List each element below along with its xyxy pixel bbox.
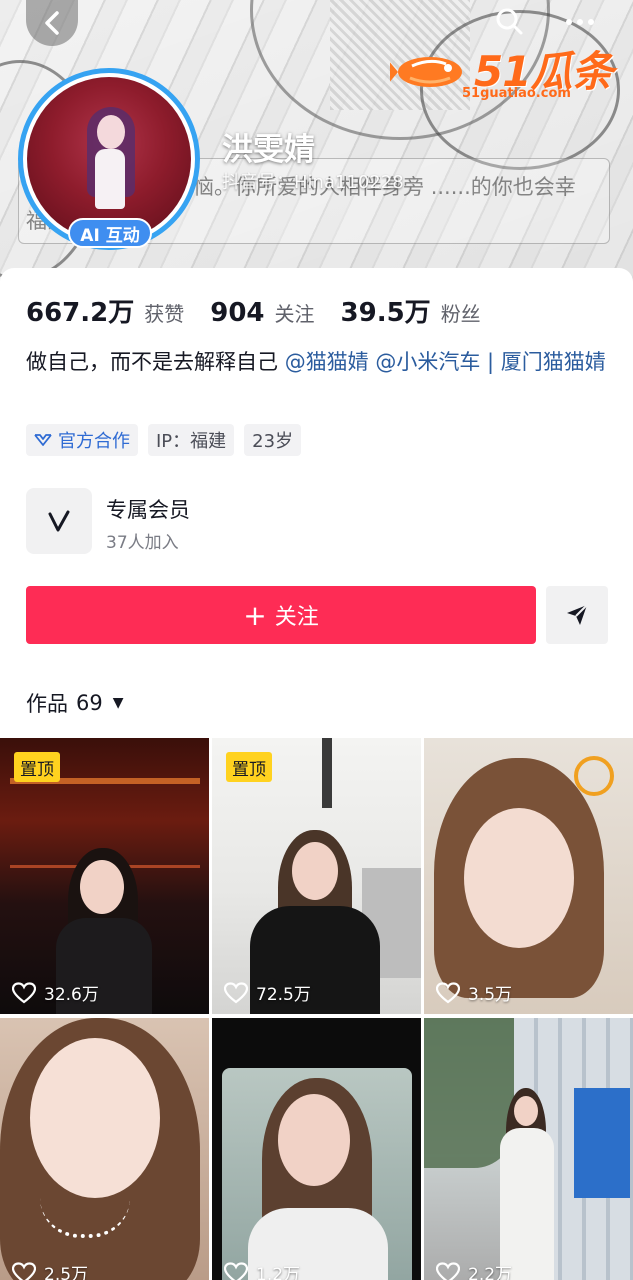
video-likes: 2.5万 [12,1260,88,1280]
watermark-logo: 51瓜条 51guatiao.com [390,38,620,104]
pinned-badge: 置顶 [14,752,60,782]
avatar-dress [95,149,125,209]
heart-icon [436,981,460,1003]
stat-label: 粉丝 [440,302,481,326]
pinned-badge: 置顶 [226,752,272,782]
stat-label: 关注 [274,302,315,326]
video-tile[interactable]: 2.2万 [424,1018,633,1280]
thumbnail-ceiling-light [322,738,332,808]
works-label: 作品 [26,692,68,716]
video-likes: 32.6万 [12,980,99,1005]
tag-label: 23岁 [252,431,294,452]
thumbnail-face [292,842,338,900]
dot-icon [588,19,594,25]
thumbnail-sticker [574,756,614,796]
works-count: 69 [76,691,103,715]
profile-tags: 官方合作 IP：福建 23岁 [26,424,302,456]
likes-count: 2.2万 [468,1265,513,1280]
chevron-left-icon [45,11,59,35]
exclusive-membership[interactable]: 专属会员 37人加入 [26,488,426,556]
follow-label: 关注 [274,605,319,630]
video-tile[interactable]: 1.2万 [212,1018,421,1280]
stat-value: 39.5万 [340,298,431,328]
profile-nickname: 洪雯婧 [222,132,315,168]
profile-bio: 做自己，而不是去解释自己 @猫猫婧 @小米汽车 | 厦门猫猫婧 [26,346,606,378]
stat-following[interactable]: 904 关注 [210,298,314,328]
thumbnail-car-poster [574,1088,630,1198]
video-likes: 1.2万 [224,1260,300,1280]
v-logo-icon [48,510,70,532]
caret-down-icon: ▼ [112,695,124,711]
video-likes: 3.5万 [436,980,512,1005]
likes-count: 72.5万 [256,985,311,1005]
paper-plane-icon [567,604,588,625]
video-tile[interactable]: 置顶 32.6万 [0,738,209,1014]
tag-ip-location: IP：福建 [148,424,235,456]
works-tab[interactable]: 作品 69 ▼ [26,688,124,718]
stat-value: 667.2万 [26,298,135,328]
douyin-id[interactable]: 抖音号：Hina110228 [222,168,404,194]
stat-followers[interactable]: 39.5万 粉丝 [341,292,481,329]
thumbnail-face [30,1038,160,1198]
heart-icon [224,1261,248,1280]
video-tile[interactable]: 3.5万 [424,738,633,1014]
avatar-face [97,115,125,149]
dot-icon [566,19,572,25]
tag-official-cooperation[interactable]: 官方合作 [26,424,138,456]
bio-text: 做自己，而不是去解释自己 [26,350,278,374]
membership-title: 专属会员 [106,498,190,522]
thumbnail-outfit [500,1128,554,1280]
dot-icon [577,19,583,25]
video-tile[interactable]: 置顶 72.5万 [212,738,421,1014]
membership-v-icon [26,488,92,554]
video-likes: 2.2万 [436,1260,512,1280]
likes-count: 32.6万 [44,985,99,1005]
video-grid: 置顶 32.6万 置顶 72.5万 3.5万 2.5万 1.2万 2.2万 [0,738,633,1280]
search-icon [496,8,523,35]
thumbnail-face [278,1094,350,1186]
tag-label: IP：福建 [156,431,227,452]
tag-age: 23岁 [244,424,302,456]
heart-icon [12,981,36,1003]
heart-icon [12,1261,36,1280]
heart-icon [436,1261,460,1280]
send-message-button[interactable] [546,586,608,644]
thumbnail-face [80,860,124,914]
watermark-url: 51guatiao.com [462,86,571,101]
more-button[interactable] [566,12,600,32]
thumbnail-face [464,808,574,948]
video-tile[interactable]: 2.5万 [0,1018,209,1280]
likes-count: 1.2万 [256,1265,301,1280]
stat-value: 904 [210,298,265,328]
heart-icon [224,981,248,1003]
stats-row: 667.2万 获赞 904 关注 39.5万 粉丝 [26,292,507,329]
search-button[interactable] [494,6,524,36]
ai-interaction-badge[interactable]: AI 互动 [68,218,152,248]
thumbnail-face [514,1096,538,1126]
handshake-icon [34,434,52,446]
plus-icon: + [243,598,267,632]
bio-mentions[interactable]: @猫猫婧 @小米汽车 | 厦门猫猫婧 [285,350,606,374]
video-likes: 72.5万 [224,980,311,1005]
likes-count: 3.5万 [468,985,513,1005]
stat-label: 获赞 [144,302,185,326]
tag-label: 官方合作 [58,431,130,452]
membership-count: 37人加入 [106,533,179,553]
avatar-image [27,77,191,241]
stat-likes[interactable]: 667.2万 获赞 [26,292,184,329]
likes-count: 2.5万 [44,1265,89,1280]
follow-button[interactable]: + 关注 [26,586,536,644]
